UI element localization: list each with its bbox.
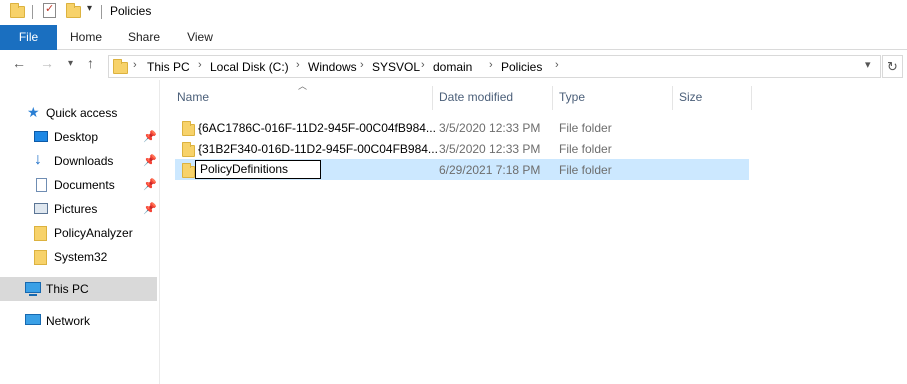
nav-label: PolicyAnalyzer [54,226,133,240]
column-header-type[interactable]: Type [559,90,585,104]
column-divider[interactable] [751,86,752,110]
nav-quick-access[interactable]: ★ Quick access [0,101,157,125]
customize-toolbar-icon[interactable]: ▾ [87,3,92,14]
nav-item-system32[interactable]: System32 [0,245,157,269]
new-folder-icon[interactable] [66,3,81,18]
chevron-right-icon[interactable]: › [489,59,493,71]
breadcrumb-sysvol[interactable]: SYSVOL [372,60,420,74]
file-date: 3/5/2020 12:33 PM [439,142,541,156]
breadcrumb-domain[interactable]: domain [433,60,472,74]
nav-item-pictures[interactable]: Pictures 📌 [0,197,157,221]
properties-icon[interactable] [43,2,56,18]
breadcrumb-policies[interactable]: Policies [501,60,542,74]
rename-input[interactable]: PolicyDefinitions [195,160,321,179]
file-type: File folder [559,163,612,177]
address-bar[interactable]: › This PC › Local Disk (C:) › Windows › … [108,55,881,78]
table-row[interactable]: {31B2F340-016D-11D2-945F-00C04FB984... 3… [175,138,749,159]
pin-icon[interactable]: 📌 [143,154,157,167]
tab-view[interactable]: View [176,25,224,50]
tab-file[interactable]: File [0,25,57,50]
address-dropdown-icon[interactable]: ▾ [865,58,871,71]
file-date: 6/29/2021 7:18 PM [439,163,541,177]
nav-item-desktop[interactable]: Desktop 📌 [0,125,157,149]
column-header-date-modified[interactable]: Date modified [439,90,513,104]
pin-icon[interactable]: 📌 [143,130,157,143]
refresh-icon[interactable]: ↻ [882,55,903,78]
nav-label: Desktop [54,130,99,144]
nav-label: Network [46,314,91,328]
folder-icon [34,226,47,241]
file-type: File folder [559,121,612,135]
window-title: Policies [110,4,152,18]
ribbon-tabs: File Home Share View [0,25,907,50]
nav-label: Pictures [54,202,98,216]
chevron-right-icon[interactable]: › [421,59,425,71]
file-list: ︿ Name Date modified Type Size {6AC1786C… [161,80,907,384]
chevron-right-icon[interactable]: › [296,59,300,71]
column-header-name[interactable]: Name [177,90,209,104]
desktop-icon [34,131,48,142]
file-name[interactable]: {6AC1786C-016F-11D2-945F-00C04fB984... [198,121,436,135]
folder-icon [113,59,128,74]
breadcrumb-windows[interactable]: Windows [308,60,357,74]
documents-icon [36,178,47,192]
file-date: 3/5/2020 12:33 PM [439,121,541,135]
folder-icon [182,121,195,136]
nav-item-network[interactable]: Network [0,309,157,333]
up-arrow-icon[interactable]: ↑ [87,55,94,71]
chevron-right-icon[interactable]: › [198,59,202,71]
pin-icon[interactable]: 📌 [143,178,157,191]
nav-item-downloads[interactable]: ↓ Downloads 📌 [0,149,157,173]
tab-share[interactable]: Share [120,25,168,50]
table-row[interactable]: {6AC1786C-016F-11D2-945F-00C04fB984... 3… [175,117,749,138]
table-row-selected[interactable]: PolicyDefinitions 6/29/2021 7:18 PM File… [175,159,749,180]
network-icon [25,314,41,325]
breadcrumb-this-pc[interactable]: This PC [147,60,190,74]
computer-icon [25,282,41,293]
recent-locations-chevron-icon[interactable]: ▾ [68,58,73,69]
back-arrow-icon[interactable]: ← [12,55,26,71]
file-type: File folder [559,142,612,156]
separator [101,5,102,19]
file-name[interactable]: {31B2F340-016D-11D2-945F-00C04FB984... [198,142,438,156]
tab-home[interactable]: Home [62,25,110,50]
nav-label: Quick access [46,106,118,120]
pin-icon[interactable]: 📌 [143,202,157,215]
folder-icon [34,250,47,265]
nav-label: Documents [54,178,115,192]
chevron-right-icon[interactable]: › [360,59,364,71]
forward-arrow-icon[interactable]: → [40,55,54,71]
nav-label: Downloads [54,154,114,168]
nav-item-policyanalyzer[interactable]: PolicyAnalyzer [0,221,157,245]
folder-icon [182,142,195,157]
navigation-pane: ★ Quick access Desktop 📌 ↓ Downloads 📌 D… [0,80,160,384]
breadcrumb-local-disk[interactable]: Local Disk (C:) [210,60,289,74]
nav-label: System32 [54,250,108,264]
column-divider[interactable] [552,86,553,110]
folder-icon [182,163,195,178]
column-header-size[interactable]: Size [679,90,702,104]
separator [32,5,33,19]
chevron-right-icon[interactable]: › [133,59,137,71]
nav-item-this-pc[interactable]: This PC [0,277,157,301]
chevron-right-icon[interactable]: › [555,59,559,71]
nav-label: This PC [46,282,89,296]
pictures-icon [34,203,48,214]
star-icon: ★ [27,104,40,120]
sort-ascending-icon: ︿ [298,81,308,91]
column-divider[interactable] [672,86,673,110]
folder-icon [10,3,25,18]
title-bar: ▾ Policies [0,0,907,25]
download-arrow-icon: ↓ [34,151,42,168]
nav-item-documents[interactable]: Documents 📌 [0,173,157,197]
column-divider[interactable] [432,86,433,110]
computer-stand [29,294,37,296]
